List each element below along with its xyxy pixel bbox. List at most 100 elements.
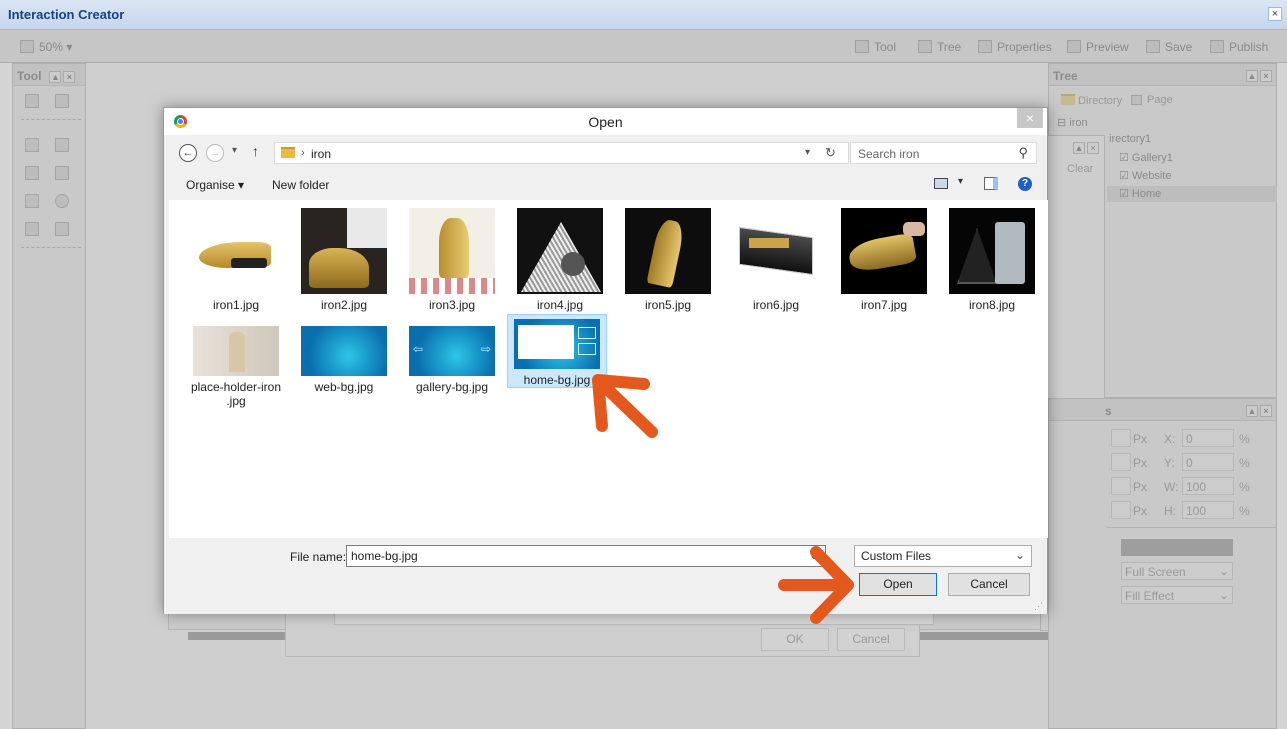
search-input[interactable]: Search iron ⚲: [850, 142, 1037, 164]
up-arrow-icon[interactable]: ↑: [252, 143, 259, 159]
forward-icon[interactable]: →: [206, 144, 224, 162]
fill-mode-value: Full Screen: [1125, 565, 1186, 579]
file-type-value: Custom Files: [861, 549, 932, 563]
collapse-icon[interactable]: ▲: [1246, 69, 1258, 82]
file-name: iron1.jpg: [212, 298, 260, 312]
prop-input[interactable]: [1111, 501, 1131, 519]
file-type-select[interactable]: Custom Files ⌄: [854, 545, 1032, 567]
open-button[interactable]: Open: [859, 573, 937, 596]
x-label: X:: [1164, 432, 1176, 446]
zoom-control[interactable]: 50% ▾: [20, 40, 72, 54]
background-ok-button[interactable]: OK: [761, 628, 829, 651]
collapse-icon[interactable]: ▲: [1246, 404, 1258, 417]
frame-tool-icon[interactable]: [25, 166, 39, 180]
select-tool-icon[interactable]: [25, 94, 39, 108]
publish-button[interactable]: Publish: [1210, 40, 1268, 54]
file-item[interactable]: iron3.jpg: [403, 208, 501, 318]
file-item[interactable]: web-bg.jpg: [295, 318, 393, 428]
save-button[interactable]: Save: [1146, 40, 1192, 54]
file-name: iron4.jpg: [536, 298, 584, 312]
properties-button[interactable]: Properties: [978, 40, 1052, 54]
file-item[interactable]: iron8.jpg: [943, 208, 1041, 318]
close-icon[interactable]: ×: [1260, 404, 1272, 417]
prop-input[interactable]: [1111, 477, 1131, 495]
chevron-down-icon: ⌄: [1014, 548, 1025, 562]
tool-panel-header: Tool ▲ ×: [13, 64, 85, 86]
chevron-down-icon: ⌄: [1218, 588, 1229, 602]
view-icon[interactable]: [934, 178, 948, 189]
text-tool-icon[interactable]: [25, 138, 39, 152]
file-item[interactable]: place-holder-iron .jpg: [187, 318, 285, 428]
x-input[interactable]: 0: [1182, 429, 1234, 447]
folder-icon: [1061, 94, 1075, 105]
file-thumbnail: [733, 208, 819, 294]
dialog-close-button[interactable]: ×: [1017, 108, 1043, 128]
fill-effect-select[interactable]: Fill Effect ⌄: [1121, 586, 1233, 604]
close-icon[interactable]: ×: [63, 70, 76, 83]
file-item[interactable]: iron1.jpg: [187, 208, 285, 318]
fill-mode-select[interactable]: Full Screen ⌄: [1121, 562, 1233, 580]
publish-icon: [1210, 40, 1224, 53]
preview-button[interactable]: Preview: [1067, 40, 1129, 54]
close-icon[interactable]: ×: [1087, 141, 1099, 154]
circle-tool-icon[interactable]: [55, 194, 69, 208]
recent-dropdown-icon[interactable]: ▾: [232, 145, 237, 156]
file-name: place-holder-iron .jpg: [190, 380, 282, 408]
back-icon[interactable]: ←: [179, 144, 197, 162]
clear-button[interactable]: Clear: [1067, 163, 1093, 175]
tree-tab-page[interactable]: Page: [1131, 94, 1173, 106]
file-item[interactable]: ⇦ ⇨ gallery-bg.jpg: [403, 318, 501, 428]
file-thumbnail: [301, 326, 387, 376]
cancel-button[interactable]: Cancel: [948, 573, 1030, 596]
file-item[interactable]: iron4.jpg: [511, 208, 609, 318]
file-item[interactable]: iron2.jpg: [295, 208, 393, 318]
preview-pane-icon[interactable]: [984, 177, 998, 190]
organise-button[interactable]: Organise ▾: [186, 178, 244, 192]
file-item[interactable]: iron7.jpg: [835, 208, 933, 318]
crop-tool-icon[interactable]: [55, 94, 69, 108]
shape-tool-icon[interactable]: [55, 166, 69, 180]
color-swatch[interactable]: [1121, 539, 1233, 556]
open-file-dialog: Open × ← → ▾ ↑ › iron ▾ ↻ Search iron ⚲ …: [163, 107, 1048, 614]
h-input[interactable]: 100: [1182, 501, 1234, 519]
refresh-icon[interactable]: ↻: [825, 145, 836, 161]
clear-label: Clear: [1067, 163, 1094, 175]
filename-label: File name:: [290, 550, 347, 564]
tool-button[interactable]: Tool: [855, 40, 896, 54]
tree-button[interactable]: Tree: [918, 40, 961, 54]
collapse-icon[interactable]: ▲: [49, 70, 62, 83]
divider: [1107, 527, 1277, 528]
tree-node-gallery[interactable]: ☑ Gallery1: [1119, 151, 1173, 164]
tree-node-home[interactable]: ☑ Home: [1107, 186, 1277, 202]
help-icon[interactable]: ?: [1018, 177, 1032, 191]
tree-node-root[interactable]: ⊟ iron: [1057, 116, 1088, 129]
list-tool-icon[interactable]: [25, 194, 39, 208]
background-cancel-button[interactable]: Cancel: [837, 628, 905, 651]
file-item[interactable]: iron6.jpg: [727, 208, 825, 318]
path-dropdown-icon[interactable]: ▾: [805, 147, 810, 158]
y-input[interactable]: 0: [1182, 453, 1234, 471]
filename-input[interactable]: home-bg.jpg ⌄: [346, 545, 826, 567]
tool-panel-title: Tool: [17, 69, 42, 83]
tree-node-website[interactable]: ☑ Website: [1119, 169, 1171, 182]
resize-grip-icon[interactable]: ⋰: [1034, 601, 1043, 612]
paint-tool-icon[interactable]: [25, 222, 39, 236]
close-icon[interactable]: ×: [1260, 69, 1272, 82]
file-item[interactable]: iron5.jpg: [619, 208, 717, 318]
tree-tab-directory[interactable]: Directory: [1061, 94, 1122, 107]
tool-panel: Tool ▲ ×: [12, 63, 86, 729]
image-tool-icon[interactable]: [55, 138, 69, 152]
w-input[interactable]: 100: [1182, 477, 1234, 495]
new-folder-button[interactable]: New folder: [272, 178, 329, 192]
tree-node-directory[interactable]: irectory1: [1109, 133, 1151, 145]
path-box[interactable]: › iron ▾ ↻: [274, 142, 849, 164]
prop-input[interactable]: [1111, 453, 1131, 471]
unit-label: Px: [1133, 480, 1148, 494]
view-dropdown-icon[interactable]: ▾: [958, 176, 963, 187]
chevron-down-icon: ⌄: [1218, 564, 1229, 578]
collapse-icon[interactable]: ▲: [1073, 141, 1085, 154]
prop-input[interactable]: [1111, 429, 1131, 447]
app-close-button[interactable]: ×: [1268, 7, 1282, 21]
page-tool-icon[interactable]: [55, 222, 69, 236]
tree-panel-title: Tree: [1053, 69, 1078, 83]
